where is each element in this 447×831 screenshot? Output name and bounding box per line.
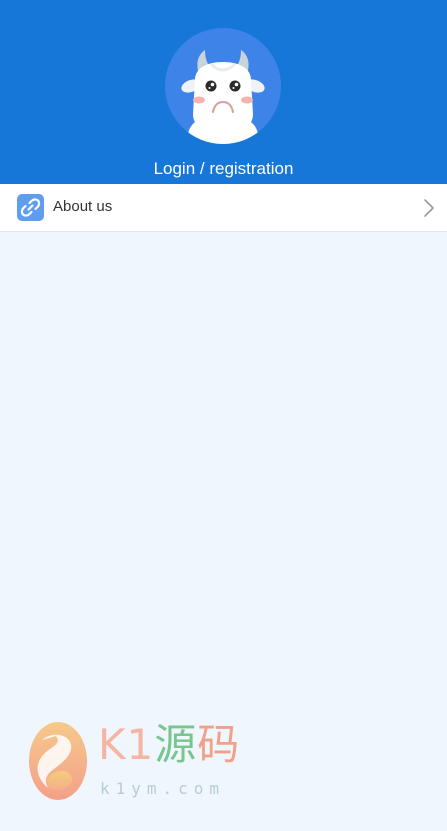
- chevron-right-icon: [423, 198, 435, 218]
- profile-header: Login / registration: [0, 0, 447, 184]
- link-icon: [17, 194, 44, 221]
- watermark-brand: K1源码: [98, 722, 240, 768]
- avatar[interactable]: [165, 28, 281, 144]
- menu-item-about-us[interactable]: About us: [0, 184, 447, 232]
- menu-item-label: About us: [53, 198, 113, 215]
- login-register-link[interactable]: Login / registration: [0, 158, 447, 180]
- watermark-domain: k1ym.com: [100, 779, 226, 798]
- watermark-brand-cn-1: 源: [154, 720, 198, 769]
- watermark-brand-latin: K1: [98, 720, 155, 769]
- watermark-brand-cn-2: 码: [197, 720, 241, 769]
- cow-avatar-icon: [181, 50, 265, 144]
- watermark: K1源码 k1ym.com: [28, 716, 240, 806]
- brand-logo-icon: [28, 720, 92, 802]
